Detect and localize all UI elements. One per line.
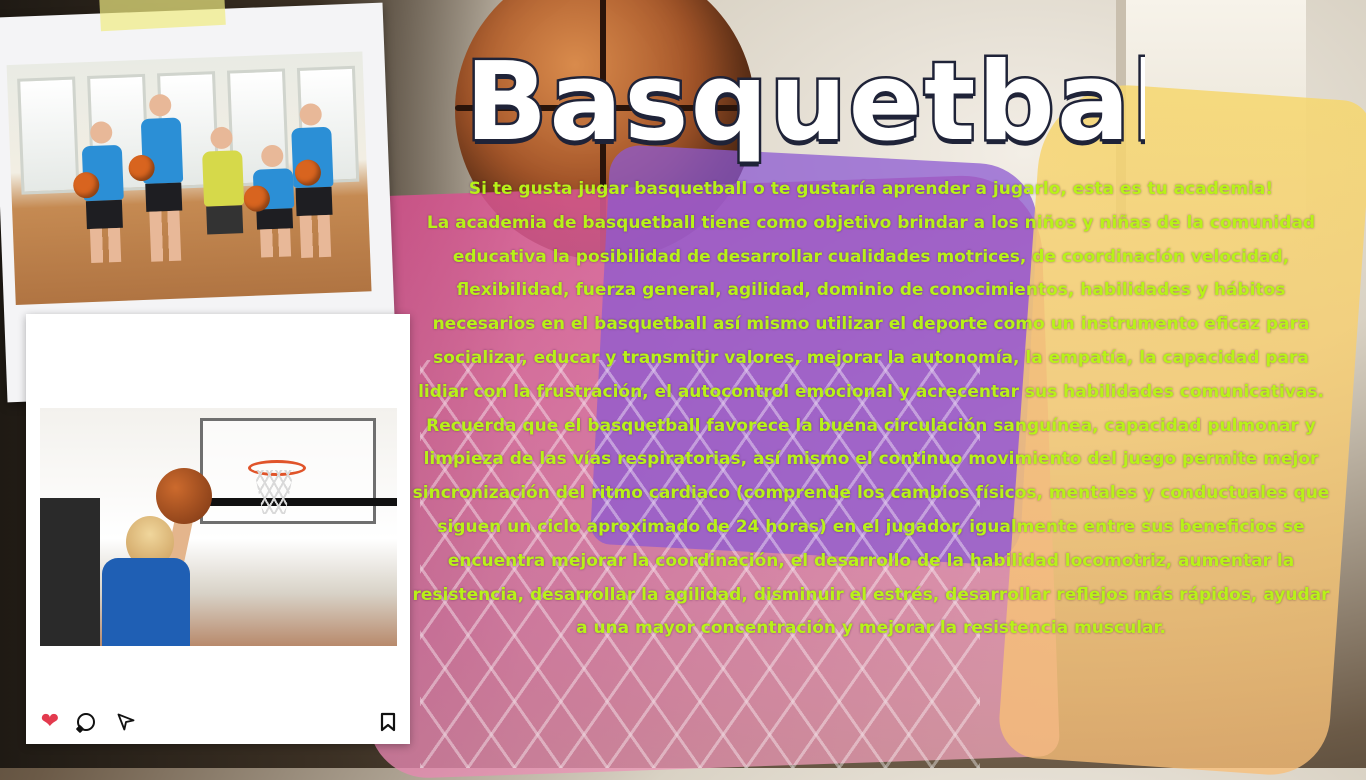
benefits-paragraph: Recuerda que el basquetball favorece la … xyxy=(412,415,1330,639)
objective-paragraph: La academia de basquetball tiene como ob… xyxy=(418,212,1324,402)
intro-paragraph: Si te gusta jugar basquetball o te gusta… xyxy=(468,179,1274,199)
shooting-photo xyxy=(40,408,397,646)
bookmark-icon[interactable] xyxy=(376,710,400,734)
player-jersey xyxy=(102,558,190,646)
description-text: Si te gusta jugar basquetball o te gusta… xyxy=(408,173,1334,753)
heart-icon[interactable]: ❤ xyxy=(38,710,62,734)
coach-figure xyxy=(199,126,248,268)
instagram-post-card: ❤ xyxy=(26,314,410,744)
child-figure xyxy=(128,93,189,270)
gym-wall xyxy=(40,498,100,646)
gym-window xyxy=(17,76,80,195)
child-figure xyxy=(288,103,338,265)
send-icon[interactable] xyxy=(114,710,138,734)
backboard-support xyxy=(190,498,397,506)
post-actions-bar: ❤ xyxy=(26,708,410,744)
comment-icon[interactable] xyxy=(77,713,95,731)
child-figure xyxy=(72,121,129,273)
basketball xyxy=(156,468,212,524)
page-title: Basquetball xyxy=(465,38,1145,168)
team-photo xyxy=(6,51,372,305)
